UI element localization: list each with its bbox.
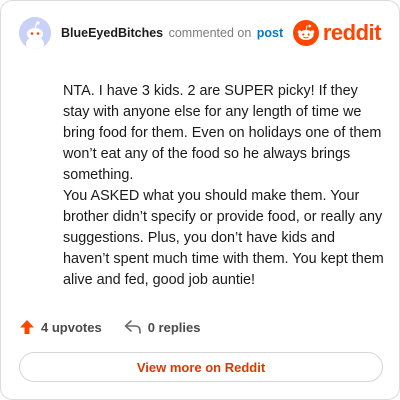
- upvotes-stat[interactable]: 4 upvotes: [19, 319, 102, 335]
- action-text: commented on: [168, 26, 252, 40]
- replies-count: 0 replies: [147, 319, 201, 335]
- username-link[interactable]: BlueEyedBitches: [61, 26, 163, 40]
- upvotes-count: 4 upvotes: [41, 319, 102, 335]
- reddit-wordmark: reddit: [322, 20, 382, 45]
- reply-arrow-icon: [124, 320, 141, 334]
- reddit-snoo-icon: [292, 20, 319, 46]
- comment-meta: BlueEyedBitches commented on post: [61, 25, 283, 41]
- view-more-button[interactable]: View more on Reddit: [19, 352, 383, 382]
- post-link[interactable]: post: [257, 26, 283, 40]
- comment-header: BlueEyedBitches commented on post reddit: [19, 17, 382, 51]
- upvote-arrow-icon: [20, 320, 34, 334]
- comment-footer: 4 upvotes 0 replies: [19, 317, 200, 337]
- comment-body: NTA. I have 3 kids. 2 are SUPER picky! I…: [63, 81, 385, 291]
- replies-stat[interactable]: 0 replies: [124, 319, 201, 335]
- comment-paragraph: NTA. I have 3 kids. 2 are SUPER picky! I…: [63, 83, 382, 183]
- comment-embed-card: BlueEyedBitches commented on post reddit…: [0, 0, 400, 400]
- default-snoo-avatar-icon: [19, 17, 51, 49]
- comment-paragraph: You ASKED what you should make them. You…: [63, 188, 384, 288]
- user-avatar[interactable]: [19, 17, 51, 49]
- reddit-logo[interactable]: reddit: [292, 19, 382, 47]
